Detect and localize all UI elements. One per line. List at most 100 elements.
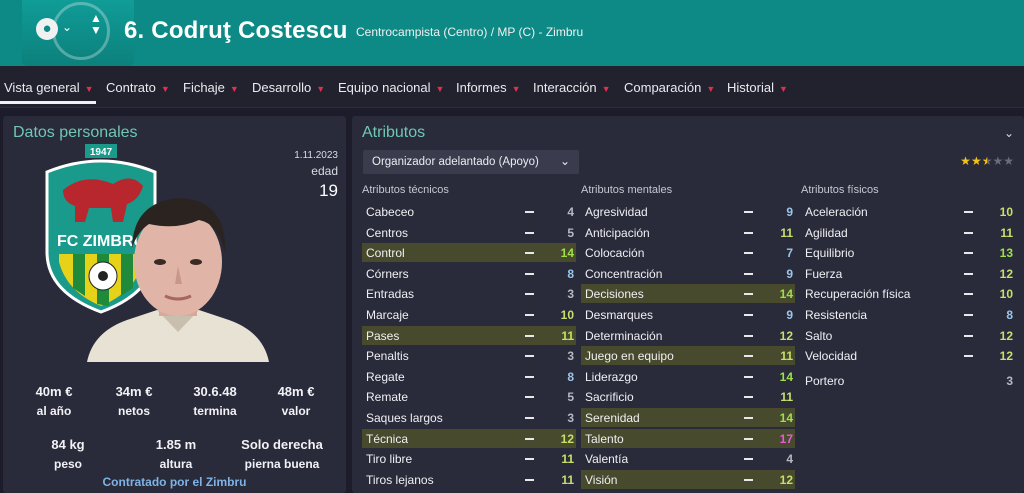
attribute-row[interactable]: Valentía 4 bbox=[581, 449, 795, 468]
player-header: ● ⌄ ▲ ▼ 6. Codruţ Costescu Centrocampista… bbox=[0, 0, 1024, 66]
tab-contrato[interactable]: Contrato ▼ bbox=[106, 80, 170, 95]
prev-next-player-icon[interactable]: ▲ ▼ bbox=[90, 12, 102, 36]
attribute-row[interactable]: Velocidad 12 bbox=[801, 346, 1015, 365]
trend-dash bbox=[744, 293, 753, 296]
current-date: 1.11.2023 bbox=[294, 150, 338, 161]
attribute-row[interactable]: Pases 11 bbox=[362, 325, 576, 345]
attribute-name: Concentración bbox=[585, 266, 663, 281]
attribute-name: Visión bbox=[585, 472, 618, 487]
attribute-row[interactable]: Talento 17 bbox=[581, 428, 795, 448]
attribute-row[interactable]: Tiros lejanos 11 bbox=[362, 470, 576, 489]
attribute-row[interactable]: Anticipación 11 bbox=[581, 223, 795, 242]
attribute-row[interactable]: Determinación 12 bbox=[581, 326, 795, 345]
attribute-row[interactable]: Aceleración 10 bbox=[801, 202, 1015, 221]
attribute-row[interactable]: Regate 8 bbox=[362, 367, 576, 386]
profile-tabs: Vista general ▼ Contrato ▼ Fichaje ▼ Desarr… bbox=[0, 66, 1024, 108]
trend-dash bbox=[964, 231, 973, 234]
attribute-row[interactable]: Visión 12 bbox=[581, 469, 795, 489]
trend-dash bbox=[744, 272, 753, 275]
attribute-row[interactable]: Desmarques 9 bbox=[581, 305, 795, 324]
attribute-row[interactable]: Sacrificio 11 bbox=[581, 387, 795, 406]
tab-vista-general[interactable]: Vista general ▼ bbox=[4, 80, 94, 95]
attribute-value: 12 bbox=[560, 431, 574, 446]
svg-text:1947: 1947 bbox=[90, 147, 113, 158]
attribute-name: Juego en equipo bbox=[585, 349, 674, 364]
tab-interaccion[interactable]: Interacción ▼ bbox=[533, 80, 611, 95]
globe-icon[interactable]: ● bbox=[36, 18, 58, 40]
chevron-down-icon: ▼ bbox=[160, 84, 170, 94]
attributes-panel: Atributos ⌄ Organizador adelantado (Apoy… bbox=[352, 116, 1024, 493]
attribute-row[interactable]: Colocación 7 bbox=[581, 243, 795, 262]
attribute-row[interactable]: Serenidad 14 bbox=[581, 408, 795, 427]
stat-wage-net: 34m € netos bbox=[115, 384, 153, 418]
attribute-name: Pases bbox=[366, 328, 400, 343]
tab-informes[interactable]: Informes ▼ bbox=[456, 80, 521, 95]
attribute-row[interactable]: Cabeceo 4 bbox=[362, 202, 576, 221]
star-icon: ★ bbox=[992, 154, 1004, 168]
tab-fichaje[interactable]: Fichaje ▼ bbox=[183, 80, 239, 95]
attribute-row[interactable]: Decisiones 14 bbox=[581, 284, 795, 304]
active-tab-indicator bbox=[0, 101, 96, 104]
trend-dash bbox=[744, 334, 753, 337]
role-select[interactable]: Organizador adelantado (Apoyo) ⌄ bbox=[363, 150, 579, 174]
attribute-row[interactable]: Marcaje 10 bbox=[362, 305, 576, 324]
trend-dash bbox=[744, 314, 753, 316]
attribute-row[interactable]: Recuperación física 10 bbox=[801, 284, 1015, 303]
attribute-value: 9 bbox=[786, 205, 793, 219]
attribute-value: 17 bbox=[779, 431, 793, 446]
trend-dash bbox=[744, 375, 753, 378]
attribute-name: Tiros lejanos bbox=[366, 472, 434, 487]
tab-desarrollo[interactable]: Desarrollo ▼ bbox=[252, 80, 325, 95]
attribute-row[interactable]: Córners 8 bbox=[362, 264, 576, 283]
attribute-name: Entradas bbox=[366, 287, 415, 302]
attribute-name: Anticipación bbox=[585, 225, 650, 240]
attribute-row[interactable]: Resistencia 8 bbox=[801, 305, 1015, 324]
attribute-row[interactable]: Tiro libre 11 bbox=[362, 449, 576, 468]
rating-stars: ★★★★★ bbox=[960, 154, 1014, 168]
attribute-row[interactable]: Agilidad 11 bbox=[801, 223, 1015, 242]
attribute-row[interactable]: Salto 12 bbox=[801, 326, 1015, 345]
tab-equipo-nacional[interactable]: Equipo nacional ▼ bbox=[338, 80, 444, 95]
trend-dash bbox=[744, 458, 753, 461]
tab-historial[interactable]: Historial ▼ bbox=[727, 80, 788, 95]
stat-contract-end: 30.6.48 termina bbox=[193, 384, 237, 418]
attribute-value: 9 bbox=[786, 308, 793, 322]
attribute-row[interactable]: Liderazgo 14 bbox=[581, 367, 795, 386]
attribute-name: Resistencia bbox=[805, 308, 868, 322]
trend-dash bbox=[744, 396, 753, 399]
attribute-row[interactable]: Agresividad 9 bbox=[581, 202, 795, 221]
attribute-row[interactable]: Fuerza 12 bbox=[801, 264, 1015, 283]
age-value: 19 bbox=[319, 181, 338, 200]
contracted-by-link[interactable]: Contratado por el Zimbru bbox=[3, 475, 346, 489]
attribute-row[interactable]: Saques largos 3 bbox=[362, 408, 576, 427]
tab-comparacion[interactable]: Comparación ▼ bbox=[624, 80, 715, 95]
attribute-name: Penaltis bbox=[366, 349, 409, 364]
attribute-row[interactable]: Control 14 bbox=[362, 243, 576, 263]
star-icon: ★ bbox=[960, 154, 971, 168]
trend-dash bbox=[525, 375, 534, 378]
trend-dash bbox=[744, 355, 753, 358]
chevron-down-icon[interactable]: ⌄ bbox=[1004, 126, 1014, 140]
attr-row-portero[interactable]: Portero 3 bbox=[801, 371, 1015, 390]
attribute-row[interactable]: Penaltis 3 bbox=[362, 346, 576, 365]
trend-dash bbox=[525, 478, 534, 481]
attribute-row[interactable]: Equilibrio 13 bbox=[801, 243, 1015, 262]
attribute-name: Equilibrio bbox=[805, 246, 855, 261]
trend-dash bbox=[525, 396, 534, 399]
trend-dash bbox=[744, 252, 753, 255]
attribute-name: Colocación bbox=[585, 246, 645, 261]
attribute-row[interactable]: Entradas 3 bbox=[362, 284, 576, 303]
attribute-value: 3 bbox=[567, 349, 574, 364]
attribute-name: Remate bbox=[366, 390, 409, 405]
star-icon: ★ bbox=[1003, 154, 1014, 168]
attribute-row[interactable]: Juego en equipo 11 bbox=[581, 346, 795, 366]
attribute-name: Velocidad bbox=[805, 349, 858, 364]
attribute-row[interactable]: Concentración 9 bbox=[581, 264, 795, 283]
attribute-value: 4 bbox=[567, 205, 574, 219]
attribute-name: Liderazgo bbox=[585, 369, 638, 384]
attribute-row[interactable]: Remate 5 bbox=[362, 387, 576, 406]
chevron-down-icon[interactable]: ⌄ bbox=[62, 20, 72, 34]
attribute-value: 11 bbox=[780, 349, 793, 364]
attribute-row[interactable]: Centros 5 bbox=[362, 223, 576, 242]
attribute-row[interactable]: Técnica 12 bbox=[362, 428, 576, 448]
